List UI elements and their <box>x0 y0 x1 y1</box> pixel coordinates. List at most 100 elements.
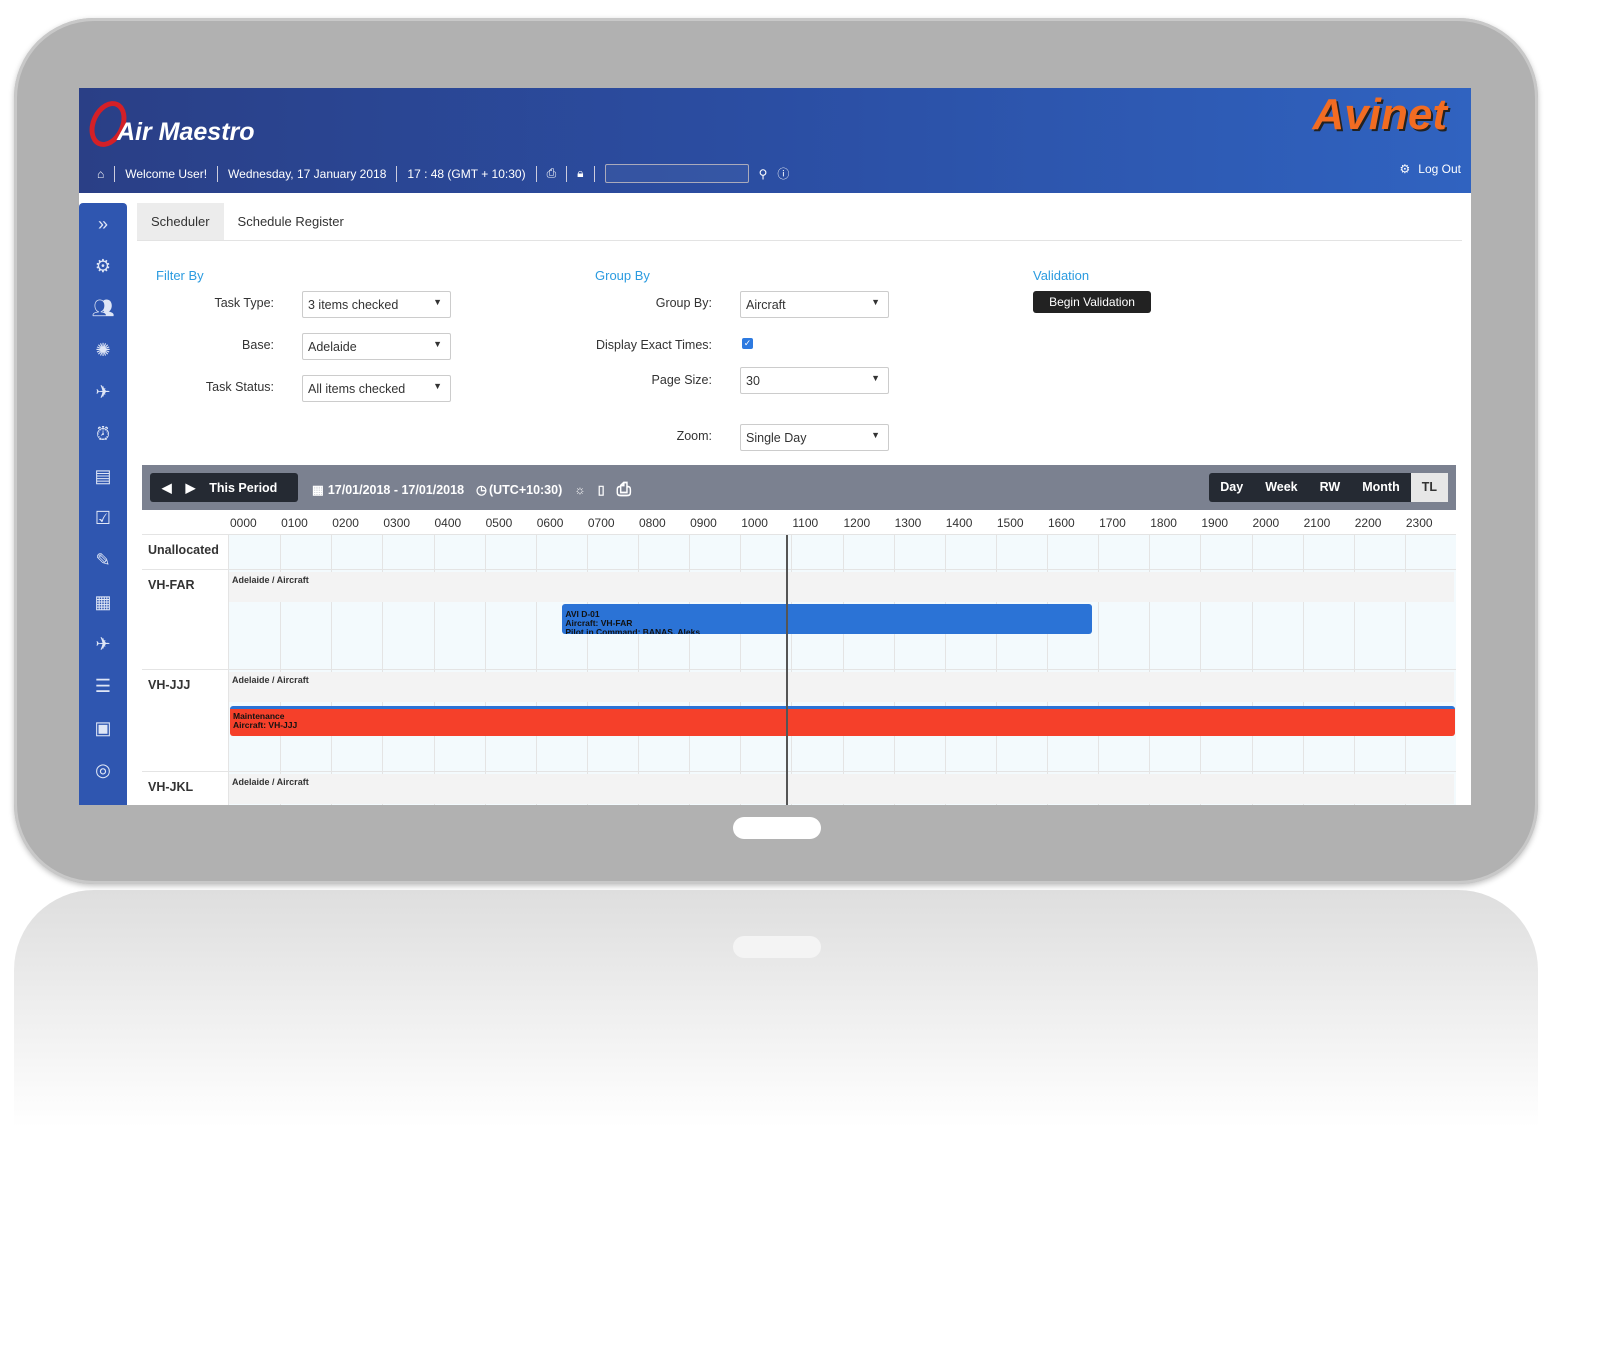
settings-icon[interactable]: ☼ <box>574 483 585 497</box>
user-edit-icon[interactable]: ✎ <box>79 539 127 581</box>
page-size-label: Page Size: <box>651 373 712 387</box>
row-label: VH-JJJ <box>148 678 191 692</box>
people-icon[interactable]: 👥︎ <box>79 287 127 329</box>
logout-link[interactable]: Log Out <box>1418 162 1461 176</box>
task-bar[interactable]: Maintenance Aircraft: VH-JJJ <box>230 706 1455 736</box>
zoom-label: Zoom: <box>676 429 712 443</box>
page-size-select[interactable]: 30 <box>740 367 889 394</box>
view-tl-button[interactable]: TL <box>1410 473 1448 502</box>
list-icon[interactable]: ☰ <box>79 665 127 707</box>
info-icon[interactable]: ⓘ <box>777 165 789 182</box>
home-icon[interactable]: ⌂ <box>97 167 104 181</box>
documents-icon[interactable]: ▤ <box>79 455 127 497</box>
tablet-home-button[interactable] <box>733 817 821 839</box>
hour-label: 0400 <box>434 516 462 530</box>
search-input[interactable] <box>604 164 749 183</box>
report-icon[interactable]: ▦ <box>79 581 127 623</box>
flight-icon[interactable]: ✈ <box>79 623 127 665</box>
row-label: VH-FAR <box>148 578 195 592</box>
aircraft-icon[interactable]: ✈ <box>79 371 127 413</box>
settings-icon[interactable]: ⚙ <box>1400 162 1411 176</box>
checkbox-icon[interactable]: ☑ <box>79 497 127 539</box>
task-type-label: Task Type: <box>214 296 274 310</box>
current-date: Wednesday, 17 January 2018 <box>228 166 387 181</box>
search-icon[interactable]: ⚲ <box>759 167 768 181</box>
hour-label: 1900 <box>1201 516 1229 530</box>
target-icon[interactable]: ◎ <box>79 749 127 791</box>
timeline-row: VH-JKL Adelaide / Aircraft <box>142 772 1456 805</box>
gears-icon[interactable]: ⚙ <box>79 245 127 287</box>
hour-label: 1800 <box>1150 516 1177 530</box>
task-bar[interactable]: AVI D-01 Aircraft: VH-FAR Pilot in Command… <box>562 604 1092 634</box>
view-week-button[interactable]: Week <box>1254 473 1308 502</box>
hour-label: 1200 <box>843 516 871 530</box>
timeline-row: Unallocated <box>142 535 1456 570</box>
timeline-grid: 0000 0100 0200 0300 0400 0500 0600 0700 0800 0900… <box>142 510 1456 805</box>
view-day-button[interactable]: Day <box>1209 473 1254 502</box>
row-label: Unallocated <box>148 543 219 557</box>
app-screen: Air Maestro Avinet ⌂ Welcome User! Wedne… <box>79 88 1471 805</box>
task-type-select[interactable]: 3 items checked <box>302 291 451 318</box>
display-exact-times-label: Display Exact Times: <box>595 338 712 352</box>
zoom-select[interactable]: Single Day <box>740 424 889 451</box>
view-month-button[interactable]: Month <box>1351 473 1410 502</box>
current-time-line <box>786 535 789 805</box>
timeline-row: VH-JJJ Adelaide / Aircraft Maintenance Airc… <box>142 670 1456 772</box>
begin-validation-button[interactable]: Begin Validation <box>1033 291 1151 313</box>
tab-scheduler[interactable]: Scheduler <box>137 203 224 240</box>
calendar-icon[interactable]: ▦ <box>312 482 324 497</box>
task-status-label: Task Status: <box>205 380 274 394</box>
sidebar: » ⚙ 👥︎ ✺ ✈ ⏰︎ ▤ ☑ ✎ ▦ ✈ ☰ ▣ ◎ <box>79 203 127 805</box>
hour-label: 0800 <box>639 516 666 530</box>
view-rw-button[interactable]: RW <box>1309 473 1352 502</box>
group-by-heading: Group By <box>595 268 650 283</box>
task-status-select[interactable]: All items checked <box>302 375 451 402</box>
previous-period-button[interactable]: ◀ <box>162 480 172 495</box>
hour-label: 0700 <box>587 516 615 530</box>
network-icon[interactable]: ✺ <box>79 329 127 371</box>
row-label: VH-JKL <box>148 780 194 794</box>
expand-icon[interactable]: » <box>79 203 127 245</box>
timeline-row: VH-FAR Adelaide / Aircraft AVI D-01 Aircraf… <box>142 570 1456 670</box>
base-band: Adelaide / Aircraft <box>229 774 1454 804</box>
timezone[interactable]: (UTC+10:30) <box>489 483 562 497</box>
validation-heading: Validation <box>1033 268 1090 283</box>
group-by-select[interactable]: Aircraft <box>740 291 889 318</box>
print-icon[interactable]: ⎙ <box>617 479 631 500</box>
hour-label: 0100 <box>281 516 308 530</box>
date-range[interactable]: 17/01/2018 - 17/01/2018 <box>328 483 464 497</box>
tab-schedule-register[interactable]: Schedule Register <box>224 203 358 240</box>
base-band: Adelaide / Aircraft <box>229 672 1454 702</box>
hour-label: 1000 <box>741 516 768 530</box>
base-band: Adelaide / Aircraft <box>229 572 1454 602</box>
hour-label: 1500 <box>996 516 1024 530</box>
this-period-button[interactable]: This Period <box>209 481 277 495</box>
tablet-reflection <box>14 890 1538 1140</box>
air-maestro-logo: Air Maestro <box>82 95 255 153</box>
hour-label: 0300 <box>383 516 411 530</box>
header: Air Maestro Avinet ⌂ Welcome User! Wedne… <box>79 88 1471 193</box>
print-icon[interactable]: ⎙ <box>547 166 557 181</box>
filter-by-heading: Filter By <box>156 268 204 283</box>
tab-bar: Scheduler Schedule Register <box>137 203 1462 241</box>
current-time: 17 : 48 (GMT + 10:30) <box>407 166 526 181</box>
briefcase-icon[interactable]: ▣ <box>79 707 127 749</box>
hour-label: 0000 <box>230 516 257 530</box>
mobile-icon[interactable]: ▯ <box>598 482 605 497</box>
base-select[interactable]: Adelaide <box>302 333 451 360</box>
next-period-button[interactable]: ▶ <box>186 480 196 495</box>
task-line: Maintenance <box>233 711 285 721</box>
hour-label: 2000 <box>1252 516 1280 530</box>
alarm-icon[interactable]: ⏰︎ <box>79 413 127 455</box>
clock-icon: ◷ <box>476 483 487 497</box>
task-line: AVI D-01 <box>565 609 600 619</box>
task-line: Pilot in Command: BANAS, Aleks <box>565 627 701 635</box>
lock-icon[interactable]: 🔒︎ <box>577 166 583 181</box>
hour-header: 0000 0100 0200 0300 0400 0500 0600 0700 0800 0900… <box>142 510 1456 535</box>
scheduler-toolbar: ◀ ▶ This Period ▦ 17/01/2018 - 17/01/201… <box>142 465 1456 510</box>
hour-label: 1700 <box>1099 516 1126 530</box>
hour-label: 1100 <box>792 516 819 530</box>
hour-label: 2200 <box>1354 516 1382 530</box>
task-line: Aircraft: VH-JJJ <box>233 720 298 730</box>
display-exact-times-checkbox[interactable]: ✓ <box>742 338 753 349</box>
